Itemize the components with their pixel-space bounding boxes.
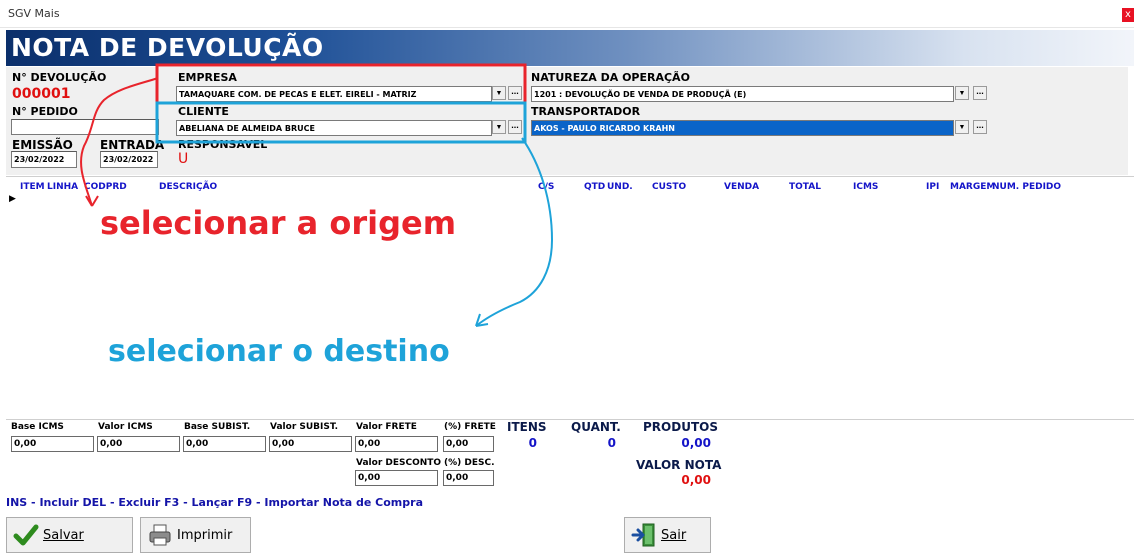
pct-frete-field[interactable]: 0,00: [443, 436, 494, 452]
emissao-label: EMISSÃO: [12, 138, 73, 152]
entrada-label: ENTRADA: [100, 138, 165, 152]
keyboard-hints: INS - Incluir DEL - Excluir F3 - Lançar …: [6, 496, 423, 509]
cliente-label: CLIENTE: [178, 105, 229, 118]
checkmark-icon: [13, 524, 39, 546]
annotation-origem-text: selecionar a origem: [100, 204, 457, 242]
empresa-dropdown-arrow[interactable]: ▼: [492, 86, 506, 100]
cliente-dropdown-arrow[interactable]: ▼: [492, 120, 506, 134]
printer-icon: [149, 524, 171, 546]
col-ipi[interactable]: IPI: [926, 182, 939, 192]
col-qtd[interactable]: QTD: [584, 182, 605, 192]
window-title: SGV Mais: [8, 7, 60, 20]
sair-button[interactable]: Sair: [624, 517, 711, 553]
quant-value: 0: [607, 436, 616, 450]
col-total[interactable]: TOTAL: [789, 182, 821, 192]
imprimir-label: Imprimir: [177, 527, 233, 543]
pct-desc-field[interactable]: 0,00: [443, 470, 494, 486]
transportador-search-button[interactable]: ...: [973, 120, 987, 134]
sair-label: Sair: [661, 527, 687, 543]
produtos-label: PRODUTOS: [643, 420, 718, 434]
empresa-search-button[interactable]: ...: [508, 86, 522, 100]
transportador-select[interactable]: AKOS - PAULO RICARDO KRAHN: [531, 120, 954, 136]
produtos-value: 0,00: [681, 436, 711, 450]
col-descricao[interactable]: DESCRIÇÃO: [159, 182, 217, 192]
n-devolucao-label: N° DEVOLUÇÃO: [12, 71, 107, 84]
base-icms-label: Base ICMS: [11, 422, 64, 432]
quant-label: QUANT.: [571, 420, 621, 434]
empresa-label: EMPRESA: [178, 71, 237, 84]
valor-icms-label: Valor ICMS: [98, 422, 153, 432]
valor-desconto-label: Valor DESCONTO: [356, 458, 442, 468]
base-icms-field[interactable]: 0,00: [11, 436, 94, 452]
itens-label: ITENS: [507, 420, 547, 434]
close-button[interactable]: x: [1122, 8, 1134, 22]
entrada-field[interactable]: 23/02/2022: [100, 151, 158, 168]
cliente-search-button[interactable]: ...: [508, 120, 522, 134]
valor-desconto-field[interactable]: 0,00: [355, 470, 438, 486]
col-num-pedido[interactable]: NUM. PEDIDO: [992, 182, 1061, 192]
n-pedido-label: N° PEDIDO: [12, 105, 78, 118]
base-subist-label: Base SUBIST.: [184, 422, 251, 432]
empresa-select[interactable]: TAMAQUARE COM. DE PECAS E ELET. EIRELI -…: [176, 86, 492, 102]
pct-frete-label: (%) FRETE: [444, 422, 496, 432]
col-item[interactable]: ITEM: [20, 182, 45, 192]
valor-nota-label: VALOR NOTA: [636, 458, 722, 472]
col-custo[interactable]: CUSTO: [652, 182, 686, 192]
valor-icms-field[interactable]: 0,00: [97, 436, 180, 452]
cliente-select[interactable]: ABELIANA DE ALMEIDA BRUCE: [176, 120, 492, 136]
salvar-label: Salvar: [43, 527, 84, 543]
n-pedido-field[interactable]: [11, 119, 159, 135]
n-devolucao-value: 000001: [12, 86, 71, 102]
col-linha[interactable]: LINHA: [47, 182, 78, 192]
natureza-search-button[interactable]: ...: [973, 86, 987, 100]
salvar-button[interactable]: Salvar: [6, 517, 133, 553]
exit-door-icon: [631, 523, 655, 547]
responsavel-label: RESPONSAVEL: [178, 138, 268, 151]
natureza-operacao-label: NATUREZA DA OPERAÇÃO: [531, 71, 690, 84]
col-cs[interactable]: C/S: [538, 182, 554, 192]
emissao-field[interactable]: 23/02/2022: [11, 151, 77, 168]
col-und[interactable]: UND.: [607, 182, 633, 192]
col-margem[interactable]: MARGEM: [950, 182, 995, 192]
col-venda[interactable]: VENDA: [724, 182, 759, 192]
window-title-bar: SGV Mais: [0, 0, 1134, 28]
transportador-label: TRANSPORTADOR: [531, 105, 641, 118]
natureza-operacao-select[interactable]: 1201 : DEVOLUÇÃO DE VENDA DE PRODUÇÃ (E): [531, 86, 954, 102]
valor-frete-field[interactable]: 0,00: [355, 436, 438, 452]
valor-subist-label: Valor SUBIST.: [270, 422, 339, 432]
base-subist-field[interactable]: 0,00: [183, 436, 266, 452]
responsavel-value: U: [178, 151, 189, 167]
valor-subist-field[interactable]: 0,00: [269, 436, 352, 452]
itens-value: 0: [528, 436, 537, 450]
col-codprd[interactable]: CODPRD: [84, 182, 127, 192]
transportador-dropdown-arrow[interactable]: ▼: [955, 120, 969, 134]
imprimir-button[interactable]: Imprimir: [140, 517, 251, 553]
page-title: NOTA DE DEVOLUÇÃO: [11, 33, 324, 62]
page-header: NOTA DE DEVOLUÇÃO: [6, 30, 1134, 66]
row-indicator-icon: ▶: [9, 193, 16, 203]
valor-frete-label: Valor FRETE: [356, 422, 417, 432]
pct-desc-label: (%) DESC.: [444, 458, 495, 468]
valor-nota-value: 0,00: [681, 473, 711, 487]
natureza-dropdown-arrow[interactable]: ▼: [955, 86, 969, 100]
col-icms[interactable]: ICMS: [853, 182, 878, 192]
annotation-destino-text: selecionar o destino: [108, 334, 450, 369]
